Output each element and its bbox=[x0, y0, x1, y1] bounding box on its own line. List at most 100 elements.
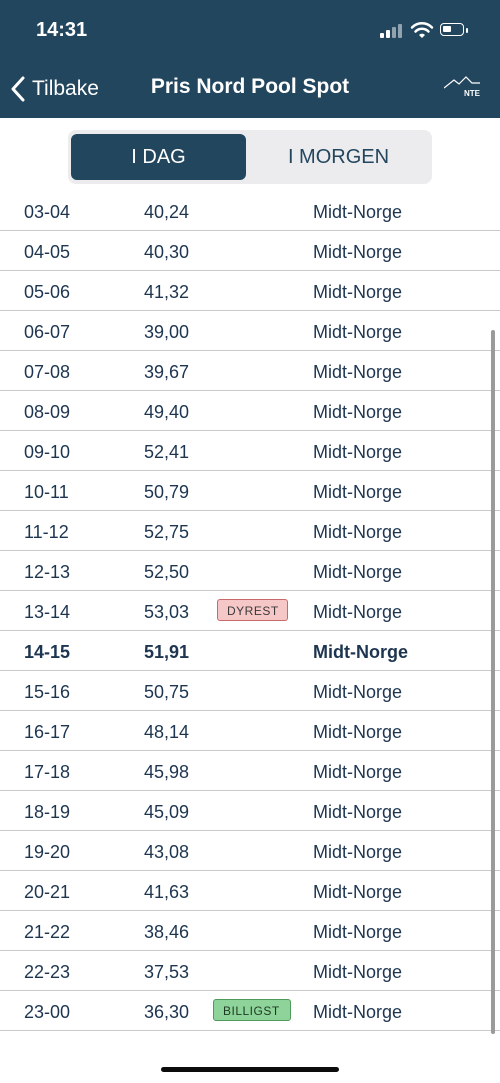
area-cell: Midt-Norge bbox=[313, 802, 403, 822]
hour-cell: 10-11 bbox=[24, 482, 69, 502]
battery-icon bbox=[440, 23, 464, 36]
price-cell: 52,75 bbox=[144, 522, 190, 542]
tab-today[interactable]: I DAG bbox=[71, 134, 246, 180]
hour-cell: 13-14 bbox=[24, 602, 71, 622]
price-cell: 39,67 bbox=[144, 362, 190, 382]
price-cell: 39,00 bbox=[144, 322, 190, 342]
hour-cell: 12-13 bbox=[24, 562, 71, 582]
day-segmented-control: I DAG I MORGEN bbox=[68, 130, 432, 184]
area-cell: Midt-Norge bbox=[313, 962, 403, 982]
area-cell: Midt-Norge bbox=[313, 1002, 403, 1022]
hour-cell: 16-17 bbox=[24, 722, 71, 742]
hour-cell: 07-08 bbox=[24, 362, 71, 382]
area-cell: Midt-Norge bbox=[313, 722, 403, 742]
table-row: 10-11 50,79 Midt-Norge bbox=[0, 471, 500, 511]
area-cell: Midt-Norge bbox=[313, 282, 403, 302]
price-cell: 38,46 bbox=[144, 922, 190, 942]
table-row: 19-20 43,08 Midt-Norge bbox=[0, 831, 500, 871]
area-cell: Midt-Norge bbox=[313, 482, 403, 502]
price-cell: 41,32 bbox=[144, 282, 190, 302]
area-cell: Midt-Norge bbox=[313, 762, 403, 782]
status-time: 14:31 bbox=[36, 19, 88, 41]
app-header: 14:31 Tilbake Pris Nord Pool Spot NTE bbox=[0, 0, 500, 118]
hour-cell: 22-23 bbox=[24, 962, 71, 982]
table-row: 12-13 52,50 Midt-Norge bbox=[0, 551, 500, 591]
area-cell: Midt-Norge bbox=[313, 882, 403, 902]
price-cell: 45,09 bbox=[144, 802, 190, 822]
hour-cell: 15-16 bbox=[24, 682, 71, 702]
hour-cell: 21-22 bbox=[24, 922, 71, 942]
hour-cell: 04-05 bbox=[24, 242, 71, 262]
table-row: 21-22 38,46 Midt-Norge bbox=[0, 911, 500, 951]
table-row: 14-15 51,91 Midt-Norge bbox=[0, 631, 500, 671]
dyrest-badge: DYREST bbox=[217, 599, 288, 621]
price-cell: 40,30 bbox=[144, 242, 190, 262]
price-cell: 37,53 bbox=[144, 962, 190, 982]
nte-logo: NTE bbox=[444, 76, 480, 98]
price-cell: 52,41 bbox=[144, 442, 190, 462]
price-cell: 50,79 bbox=[144, 482, 190, 502]
table-row: 17-18 45,98 Midt-Norge bbox=[0, 751, 500, 791]
area-cell: Midt-Norge bbox=[313, 842, 403, 862]
table-row: 18-19 45,09 Midt-Norge bbox=[0, 791, 500, 831]
area-cell: Midt-Norge bbox=[313, 642, 408, 662]
price-cell: 41,63 bbox=[144, 882, 190, 902]
billigst-badge: BILLIGST bbox=[213, 999, 291, 1021]
price-cell: 50,75 bbox=[144, 682, 190, 702]
table-row: 22-23 37,53 Midt-Norge bbox=[0, 951, 500, 991]
area-cell: Midt-Norge bbox=[313, 522, 403, 542]
price-cell: 48,14 bbox=[144, 722, 190, 742]
area-cell: Midt-Norge bbox=[313, 402, 403, 422]
mountain-logo-icon bbox=[444, 76, 480, 89]
hour-cell: 05-06 bbox=[24, 282, 71, 302]
table-row: 09-10 52,41 Midt-Norge bbox=[0, 431, 500, 471]
hour-cell: 19-20 bbox=[24, 842, 71, 862]
area-cell: Midt-Norge bbox=[313, 682, 403, 702]
table-row: 03-04 40,24 Midt-Norge bbox=[0, 198, 500, 231]
hour-cell: 03-04 bbox=[24, 202, 71, 222]
hour-cell: 06-07 bbox=[24, 322, 71, 342]
hour-cell: 18-19 bbox=[24, 802, 71, 822]
hour-cell: 23-00 bbox=[24, 1002, 71, 1022]
table-row: 07-08 39,67 Midt-Norge bbox=[0, 351, 500, 391]
price-list[interactable]: 03-04 40,24 Midt-Norge 04-05 40,30 Midt-Norge… bbox=[0, 198, 500, 1034]
price-cell: 40,24 bbox=[144, 202, 190, 222]
table-row: 20-21 41,63 Midt-Norge bbox=[0, 871, 500, 911]
hour-cell: 08-09 bbox=[24, 402, 71, 422]
scrollbar[interactable] bbox=[491, 330, 495, 1034]
hour-cell: 20-21 bbox=[24, 882, 71, 902]
hour-cell: 11-12 bbox=[24, 522, 69, 542]
battery-tip bbox=[466, 28, 468, 33]
table-row: 06-07 39,00 Midt-Norge bbox=[0, 311, 500, 351]
price-cell: 45,98 bbox=[144, 762, 190, 782]
hour-cell: 17-18 bbox=[24, 762, 71, 782]
area-cell: Midt-Norge bbox=[313, 202, 403, 222]
home-indicator[interactable] bbox=[161, 1067, 339, 1072]
logo-text: NTE bbox=[464, 89, 480, 98]
area-cell: Midt-Norge bbox=[313, 442, 403, 462]
table-row: 15-16 50,75 Midt-Norge bbox=[0, 671, 500, 711]
price-cell: 52,50 bbox=[144, 562, 190, 582]
hour-cell: 14-15 bbox=[24, 642, 71, 662]
area-cell: Midt-Norge bbox=[313, 242, 403, 262]
table-row: 16-17 48,14 Midt-Norge bbox=[0, 711, 500, 751]
area-cell: Midt-Norge bbox=[313, 602, 403, 622]
page-title: Pris Nord Pool Spot bbox=[150, 75, 350, 98]
status-icons bbox=[380, 20, 470, 42]
tab-tomorrow[interactable]: I MORGEN bbox=[248, 134, 429, 180]
area-cell: Midt-Norge bbox=[313, 322, 403, 342]
area-cell: Midt-Norge bbox=[313, 562, 403, 582]
area-cell: Midt-Norge bbox=[313, 362, 403, 382]
price-cell: 36,30 bbox=[144, 1002, 190, 1022]
signal-icon bbox=[380, 22, 402, 38]
table-row: 11-12 52,75 Midt-Norge bbox=[0, 511, 500, 551]
table-row: 04-05 40,30 Midt-Norge bbox=[0, 231, 500, 271]
table-row: 08-09 49,40 Midt-Norge bbox=[0, 391, 500, 431]
price-cell: 53,03 bbox=[144, 602, 190, 622]
table-row: 23-00 36,30 BILLIGST Midt-Norge bbox=[0, 991, 500, 1031]
table-row: 05-06 41,32 Midt-Norge bbox=[0, 271, 500, 311]
price-cell: 51,91 bbox=[144, 642, 190, 662]
price-cell: 49,40 bbox=[144, 402, 190, 422]
wifi-icon bbox=[410, 22, 434, 38]
price-cell: 43,08 bbox=[144, 842, 190, 862]
